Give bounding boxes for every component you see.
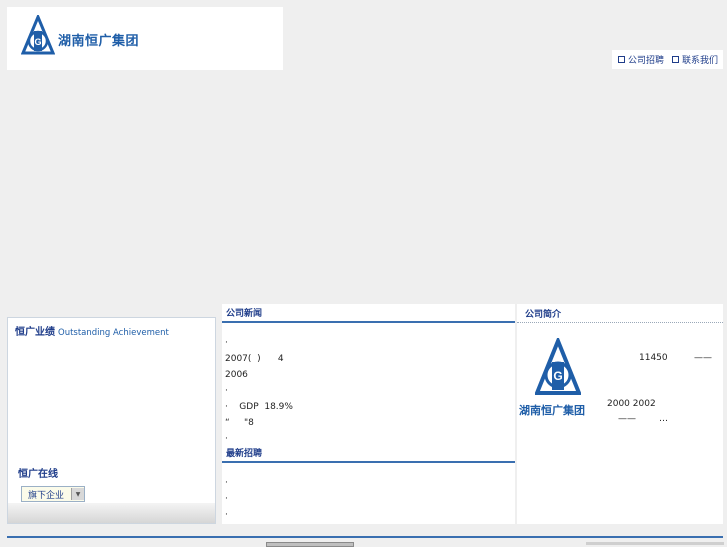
enterprise-select-value: 旗下企业 [28, 490, 65, 501]
footer-divider [7, 536, 723, 538]
middle-column: 公司新闻 · 2007( ) 4 2006 · · GDP 18.9% “ "8… [222, 304, 515, 524]
recruit-section: 最新招聘 · · · [222, 444, 515, 523]
news-item[interactable]: · [225, 383, 515, 399]
square-bullet-icon [618, 56, 625, 63]
left-panel-footer [8, 503, 215, 523]
top-nav: 公司招聘 联系我们 [612, 50, 723, 69]
left-panel: 恒广业绩 Outstanding Achievement 恒广在线 旗下企业 ▼ [7, 317, 216, 524]
achievement-heading: 恒广业绩 Outstanding Achievement [15, 323, 169, 338]
intro-text: 11450 [639, 353, 668, 363]
news-item[interactable]: · GDP 18.9% [225, 399, 515, 415]
svg-text:G: G [553, 369, 562, 383]
intro-logo-text: 湖南恒广集团 [519, 404, 585, 417]
news-item[interactable]: 2006 [225, 367, 515, 383]
recruit-item[interactable]: · [225, 507, 515, 523]
recruit-item[interactable]: · [225, 475, 515, 491]
svg-text:G: G [34, 37, 41, 47]
chevron-down-icon[interactable]: ▼ [71, 488, 84, 500]
online-title: 恒广在线 [18, 469, 58, 480]
achievement-title-cn: 恒广业绩 [15, 327, 55, 338]
intro-logo-image: G 湖南恒广集团 [517, 336, 600, 417]
company-logo-icon: G [535, 338, 581, 395]
square-bullet-icon [672, 56, 680, 63]
intro-text: … [659, 414, 668, 424]
news-list: · 2007( ) 4 2006 · · GDP 18.9% “ "8 · [222, 323, 515, 447]
enterprise-select[interactable]: 旗下企业 ▼ [21, 486, 85, 502]
intro-heading[interactable]: 公司简介 [517, 304, 723, 323]
right-column: 公司简介 G 湖南恒广集团 11450 —— 2000 2002 —— … [517, 304, 723, 524]
intro-text: 2000 2002 [607, 399, 656, 409]
news-item[interactable]: 2007( ) 4 [225, 351, 515, 367]
nav-link-recruit[interactable]: 公司招聘 [618, 53, 664, 66]
news-heading[interactable]: 公司新闻 [222, 304, 515, 323]
company-logo-icon: G [21, 15, 55, 55]
news-item[interactable]: · [225, 335, 515, 351]
achievement-title-en: Outstanding Achievement [58, 328, 169, 338]
recruit-item[interactable]: · [225, 491, 515, 507]
recruit-list: · · · [222, 463, 515, 523]
header-logo[interactable]: G 湖南恒广集团 [7, 7, 283, 70]
news-item[interactable]: “ "8 [225, 415, 515, 431]
intro-text: —— [694, 353, 712, 363]
intro-text: —— [618, 414, 636, 424]
recruit-heading[interactable]: 最新招聘 [222, 444, 515, 463]
logo-text: 湖南恒广集团 [58, 34, 140, 49]
nav-link-contact[interactable]: 联系我们 [672, 53, 718, 66]
